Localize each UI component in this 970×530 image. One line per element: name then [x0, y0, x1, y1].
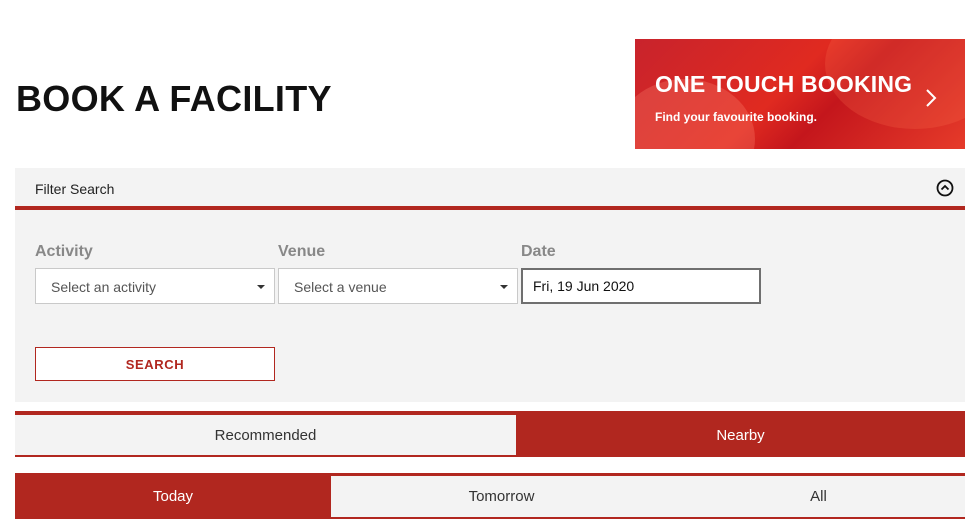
caret-down-icon — [500, 285, 508, 289]
venue-label: Venue — [278, 243, 326, 260]
venue-select-value: Select a venue — [294, 279, 387, 295]
activity-select[interactable]: Select an activity — [35, 268, 275, 304]
activity-select-value: Select an activity — [51, 279, 157, 295]
tab-all[interactable]: All — [672, 476, 965, 517]
filter-header[interactable]: Filter Search — [15, 168, 965, 210]
tab-today[interactable]: Today — [15, 476, 331, 517]
caret-down-icon — [257, 285, 265, 289]
tab-tomorrow[interactable]: Tomorrow — [331, 476, 672, 517]
date-label: Date — [521, 243, 556, 260]
banner-subtitle: Find your favourite booking. — [655, 110, 817, 124]
tab-recommended[interactable]: Recommended — [15, 415, 516, 455]
activity-label: Activity — [35, 243, 93, 260]
day-tabs: Today Tomorrow All — [15, 473, 965, 519]
filter-header-label: Filter Search — [35, 181, 115, 197]
one-touch-booking-banner[interactable]: ONE TOUCH BOOKING Find your favourite bo… — [635, 39, 965, 149]
sort-tabs: Recommended Nearby — [15, 411, 965, 457]
filter-panel: Filter Search Activity Select an activit… — [15, 168, 965, 402]
circle-chevron-up-icon[interactable] — [936, 179, 954, 197]
tab-nearby[interactable]: Nearby — [516, 415, 965, 455]
page-title: BOOK A FACILITY — [16, 78, 332, 119]
venue-select[interactable]: Select a venue — [278, 268, 518, 304]
search-button[interactable]: SEARCH — [35, 347, 275, 381]
banner-title: ONE TOUCH BOOKING — [655, 71, 913, 97]
chevron-right-icon — [926, 89, 937, 107]
date-field[interactable] — [521, 268, 761, 304]
